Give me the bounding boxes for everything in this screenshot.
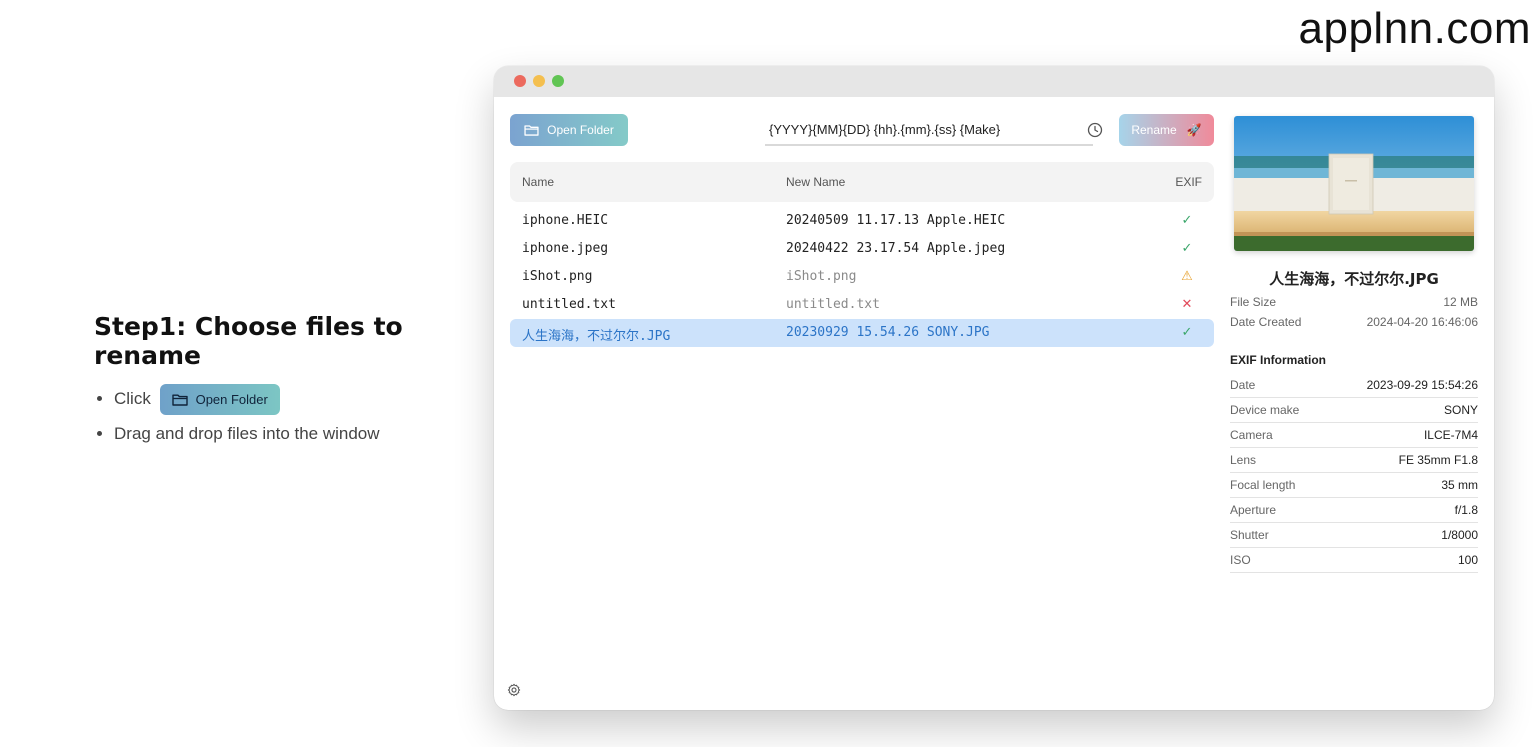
open-folder-button[interactable]: Open Folder [510,114,628,146]
row-new-name: 20240422 23.17.54 Apple.jpeg [786,241,1006,256]
exif-row-aperture: Aperture f/1.8 [1230,498,1478,523]
title-bar [494,66,1494,97]
exif-key: Aperture [1230,503,1277,517]
file-table: Name New Name EXIF iphone.HEIC 20240509 … [510,162,1214,347]
exif-row-iso: ISO 100 [1230,548,1478,573]
file-size-value: 12 MB [1443,295,1478,309]
row-new-name: untitled.txt [786,297,880,312]
file-size-row: File Size 12 MB Date Created 2024-04-20 … [1230,292,1478,332]
header-exif[interactable]: EXIF [1175,175,1202,189]
exif-row-shutter: Shutter 1/8000 [1230,523,1478,548]
date-created-value: 2024-04-20 16:46:06 [1366,315,1478,329]
step-drag-text: Drag and drop files into the window [114,424,380,444]
date-created-row: Date Created 2024-04-20 16:46:06 [1230,312,1478,332]
selected-file-name: 人生海海，不过尔尔.JPG [1269,270,1439,288]
step-click-prefix: Click [114,389,151,408]
exif-warning-icon: ⚠ [1181,269,1193,284]
table-row[interactable]: iphone.jpeg 20240422 23.17.54 Apple.jpeg… [510,235,1214,263]
row-original-name: untitled.txt [522,297,616,312]
exif-key: Device make [1230,403,1300,417]
exif-ok-icon: ✓ [1181,325,1193,340]
row-new-name: iShot.png [786,269,857,284]
exif-row-lens: Lens FE 35mm F1.8 [1230,448,1478,473]
photo-preview [1234,116,1474,251]
instructions-panel: Step1: Choose files to rename Click Open… [94,312,474,453]
step-list: Click Open Folder Drag and drop files in… [94,384,474,449]
step-item-click: Click Open Folder [114,384,474,416]
row-new-name: 20230929 15.54.26 SONY.JPG [786,325,990,340]
rename-button[interactable]: Rename 🚀 [1119,114,1214,146]
row-original-name: iphone.HEIC [522,213,609,228]
step-title: Step1: Choose files to rename [94,312,403,370]
minimize-window-button[interactable] [533,75,545,87]
header-name[interactable]: Name [522,175,554,189]
inline-open-folder-button: Open Folder [159,384,280,416]
table-row[interactable]: iphone.HEIC 20240509 11.17.13 Apple.HEIC… [510,207,1214,235]
inline-open-folder-label: Open Folder [195,391,268,407]
exif-row-focal-length: Focal length 35 mm [1230,473,1478,498]
table-header: Name New Name EXIF [510,162,1214,202]
exif-value: FE 35mm F1.8 [1398,453,1478,467]
exif-key: Camera [1230,428,1273,442]
row-original-name: iphone.jpeg [522,241,609,256]
row-original-name: 人生海海，不过尔尔.JPG [522,329,671,344]
file-size-label: File Size [1230,295,1277,309]
table-row[interactable]: iShot.png iShot.png ⚠ [510,263,1214,291]
date-created-label: Date Created [1230,315,1302,329]
gear-icon[interactable] [507,683,521,697]
exif-value: ILCE-7M4 [1423,428,1478,442]
exif-ok-icon: ✓ [1181,213,1193,228]
exif-list: Date 2023-09-29 15:54:26 Device make SON… [1230,373,1478,573]
table-row-selected[interactable]: 人生海海，不过尔尔.JPG 20230929 15.54.26 SONY.JPG… [510,319,1214,347]
exif-ok-icon: ✓ [1181,241,1193,256]
exif-key: Date [1230,378,1256,392]
rename-label: Rename [1131,123,1177,137]
photo-preview-image [1234,116,1474,251]
rename-pattern-input[interactable] [765,114,1093,146]
exif-value: 2023-09-29 15:54:26 [1366,378,1478,392]
exif-section-title: EXIF Information [1230,353,1326,367]
exif-value: 100 [1457,553,1478,567]
rocket-icon: 🚀 [1186,123,1202,137]
exif-key: Shutter [1230,528,1269,542]
exif-value: f/1.8 [1454,503,1478,517]
table-row[interactable]: untitled.txt untitled.txt ✕ [510,291,1214,319]
folder-icon [524,125,539,136]
exif-key: Focal length [1230,478,1296,492]
exif-value: SONY [1443,403,1478,417]
exif-error-icon: ✕ [1181,297,1193,312]
row-new-name: 20240509 11.17.13 Apple.HEIC [786,213,1006,228]
row-original-name: iShot.png [522,269,593,284]
exif-key: Lens [1230,453,1257,467]
exif-row-device-make: Device make SONY [1230,398,1478,423]
folder-icon [171,394,188,406]
exif-key: ISO [1230,553,1251,567]
table-body: iphone.HEIC 20240509 11.17.13 Apple.HEIC… [510,207,1214,347]
history-icon[interactable] [1087,122,1103,138]
open-folder-label: Open Folder [547,123,614,137]
exif-value: 35 mm [1441,478,1478,492]
exif-row-camera: Camera ILCE-7M4 [1230,423,1478,448]
zoom-window-button[interactable] [552,75,564,87]
step-item-drag: Drag and drop files into the window [114,419,474,449]
header-new-name[interactable]: New Name [786,175,845,189]
exif-row-date: Date 2023-09-29 15:54:26 [1230,373,1478,398]
close-window-button[interactable] [514,75,526,87]
exif-value: 1/8000 [1441,528,1478,542]
app-window: Open Folder Rename 🚀 Name New Name EXIF … [494,66,1494,710]
brand-watermark: applnn.com [1298,4,1531,53]
